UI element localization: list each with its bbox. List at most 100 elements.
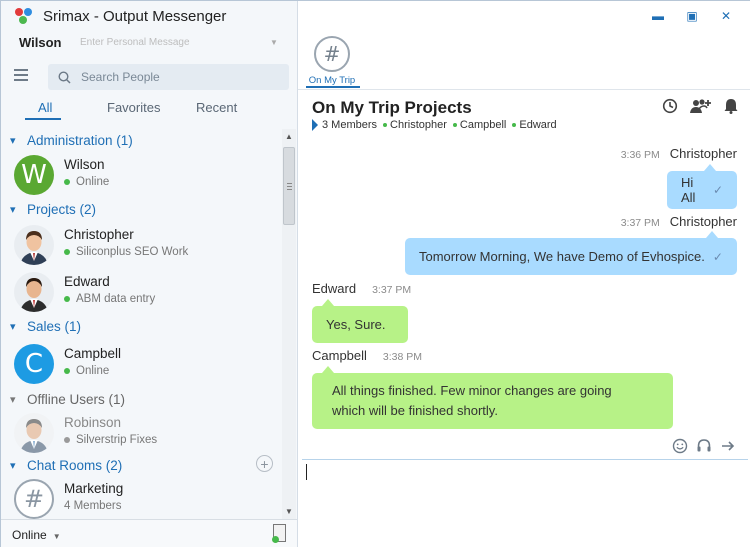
member-chip: Campbell — [452, 119, 506, 131]
delivered-check-icon: ✓ — [712, 249, 723, 264]
group-label: Chat Rooms (2) — [27, 457, 123, 473]
minimize-icon[interactable]: ▬ — [652, 9, 664, 23]
list-item[interactable]: # Marketing 4 Members — [14, 479, 274, 519]
scroll-down-icon[interactable]: ▼ — [285, 507, 293, 516]
scrollbar-thumb[interactable] — [283, 147, 295, 225]
menu-icon[interactable] — [14, 69, 28, 81]
avatar: W — [14, 155, 54, 195]
message-list: 3:36 PM Christopher Hi All ✓ 3:37 PM Chr… — [298, 141, 750, 436]
message-bubble[interactable]: All things finished. Few minor changes a… — [312, 373, 673, 429]
message-time: 3:37 PM — [372, 284, 412, 296]
message-meta: 3:37 PM Christopher — [621, 214, 737, 229]
chevron-down-icon: ▼ — [52, 532, 61, 541]
group-label: Sales (1) — [27, 318, 82, 334]
contact-status: 4 Members — [64, 500, 122, 512]
active-tab-indicator — [25, 118, 61, 120]
close-icon[interactable]: ✕ — [720, 9, 732, 23]
divider — [302, 459, 748, 460]
group-header-offline-users[interactable]: ▾ Offline Users (1) — [10, 390, 125, 408]
member-chip: Edward — [512, 119, 557, 131]
contact-status: Siliconplus SEO Work — [64, 246, 188, 258]
message-bubble[interactable]: Tomorrow Morning, We have Demo of Evhosp… — [405, 238, 737, 275]
contact-list-scrollbar[interactable]: ▲ ▼ — [282, 129, 296, 519]
avatar — [14, 413, 54, 453]
group-header-sales[interactable]: ▾ Sales (1) — [10, 317, 81, 335]
server-connection-icon[interactable] — [272, 524, 286, 543]
personal-message-dropdown-icon[interactable]: ▼ — [270, 38, 278, 47]
group-header-chat-rooms[interactable]: ▾ Chat Rooms (2) — [10, 456, 122, 474]
send-arrow-icon[interactable] — [720, 438, 736, 454]
offline-status-icon — [64, 437, 70, 443]
contact-status: ABM data entry — [64, 293, 155, 305]
message-meta: 3:36 PM Christopher — [621, 146, 737, 161]
messenger-window: Srimax - Output Messenger Wilson ▼ All F… — [0, 0, 750, 547]
member-chip: Christopher — [383, 119, 447, 131]
avatar — [14, 225, 54, 265]
tab-favorites[interactable]: Favorites — [107, 100, 160, 115]
group-header-projects[interactable]: ▾ Projects (2) — [10, 200, 96, 218]
message-bubble[interactable]: Yes, Sure. — [312, 306, 408, 343]
active-tab-indicator — [306, 86, 360, 88]
members-summary[interactable]: 3 Members Christopher Campbell Edward — [312, 119, 557, 131]
history-icon[interactable] — [662, 98, 678, 114]
headset-icon[interactable] — [696, 438, 712, 454]
expand-members-icon — [312, 119, 318, 131]
chat-pane: ▬ ▣ ✕ # On My Trip On My Trip Projects 3… — [298, 1, 750, 547]
list-item[interactable]: W Wilson Online — [14, 155, 274, 199]
search-icon — [58, 70, 71, 84]
search-input[interactable] — [81, 70, 271, 84]
tab-on-my-trip[interactable]: # On My Trip — [306, 36, 360, 88]
list-item[interactable]: Christopher Siliconplus SEO Work — [14, 225, 274, 269]
avatar — [14, 272, 54, 312]
contact-list: ▾ Administration (1) W Wilson Online ▾ P… — [1, 126, 283, 519]
bubble-tail — [706, 231, 718, 238]
search-box[interactable] — [48, 64, 289, 90]
current-user-name: Wilson — [19, 34, 62, 50]
chat-header-actions — [662, 98, 738, 114]
contact-status: Online — [64, 365, 109, 377]
online-status-icon — [64, 179, 70, 185]
chevron-down-icon: ▾ — [10, 393, 16, 406]
message-sender: Campbell — [312, 348, 367, 363]
add-chat-room-icon[interactable]: + — [256, 455, 273, 472]
tab-all[interactable]: All — [38, 100, 52, 115]
personal-message-input[interactable] — [80, 36, 270, 48]
room-tab-label: On My Trip — [308, 75, 356, 86]
list-item[interactable]: C Campbell Online — [14, 344, 274, 388]
group-header-administration[interactable]: ▾ Administration (1) — [10, 131, 133, 149]
online-status-icon — [64, 249, 70, 255]
scroll-up-icon[interactable]: ▲ — [285, 132, 293, 141]
list-item[interactable]: Edward ABM data entry — [14, 272, 274, 316]
text-cursor — [306, 464, 307, 480]
add-member-icon[interactable] — [690, 98, 712, 114]
message-meta: Campbell 3:38 PM — [312, 348, 422, 363]
message-input[interactable] — [304, 462, 744, 542]
tab-recent[interactable]: Recent — [196, 100, 237, 115]
current-user-row: Wilson ▼ — [19, 33, 291, 51]
message-sender: Edward — [312, 281, 357, 296]
message-sender: Christopher — [669, 146, 737, 161]
app-title: Srimax - Output Messenger — [43, 7, 227, 25]
list-item[interactable]: Robinson Silverstrip Fixes — [14, 413, 274, 457]
delivered-check-icon: ✓ — [712, 183, 723, 197]
contact-name: Edward — [64, 274, 110, 289]
status-dropdown[interactable]: Online ▼ — [12, 528, 61, 542]
maximize-icon[interactable]: ▣ — [686, 9, 698, 23]
chat-title: On My Trip Projects — [312, 98, 472, 117]
message-bubble[interactable]: Hi All ✓ — [667, 171, 737, 209]
divider — [298, 89, 750, 90]
output-messenger-logo-icon — [15, 6, 35, 26]
emoji-icon[interactable] — [672, 438, 688, 454]
message-text-line-1: All things finished. Few minor changes a… — [332, 383, 612, 398]
message-text: Yes, Sure. — [326, 317, 386, 332]
contact-name: Campbell — [64, 346, 122, 361]
contact-status: Online — [64, 176, 109, 188]
contact-name: Marketing — [64, 481, 124, 496]
online-status-icon — [64, 296, 70, 302]
notification-bell-icon[interactable] — [724, 98, 738, 114]
message-time: 3:36 PM — [620, 149, 660, 161]
contact-name: Robinson — [64, 415, 122, 430]
chat-room-hash-icon: # — [314, 36, 350, 72]
message-text-line-2: which will be finished shortly. — [332, 403, 498, 418]
members-count: 3 Members — [322, 119, 378, 131]
